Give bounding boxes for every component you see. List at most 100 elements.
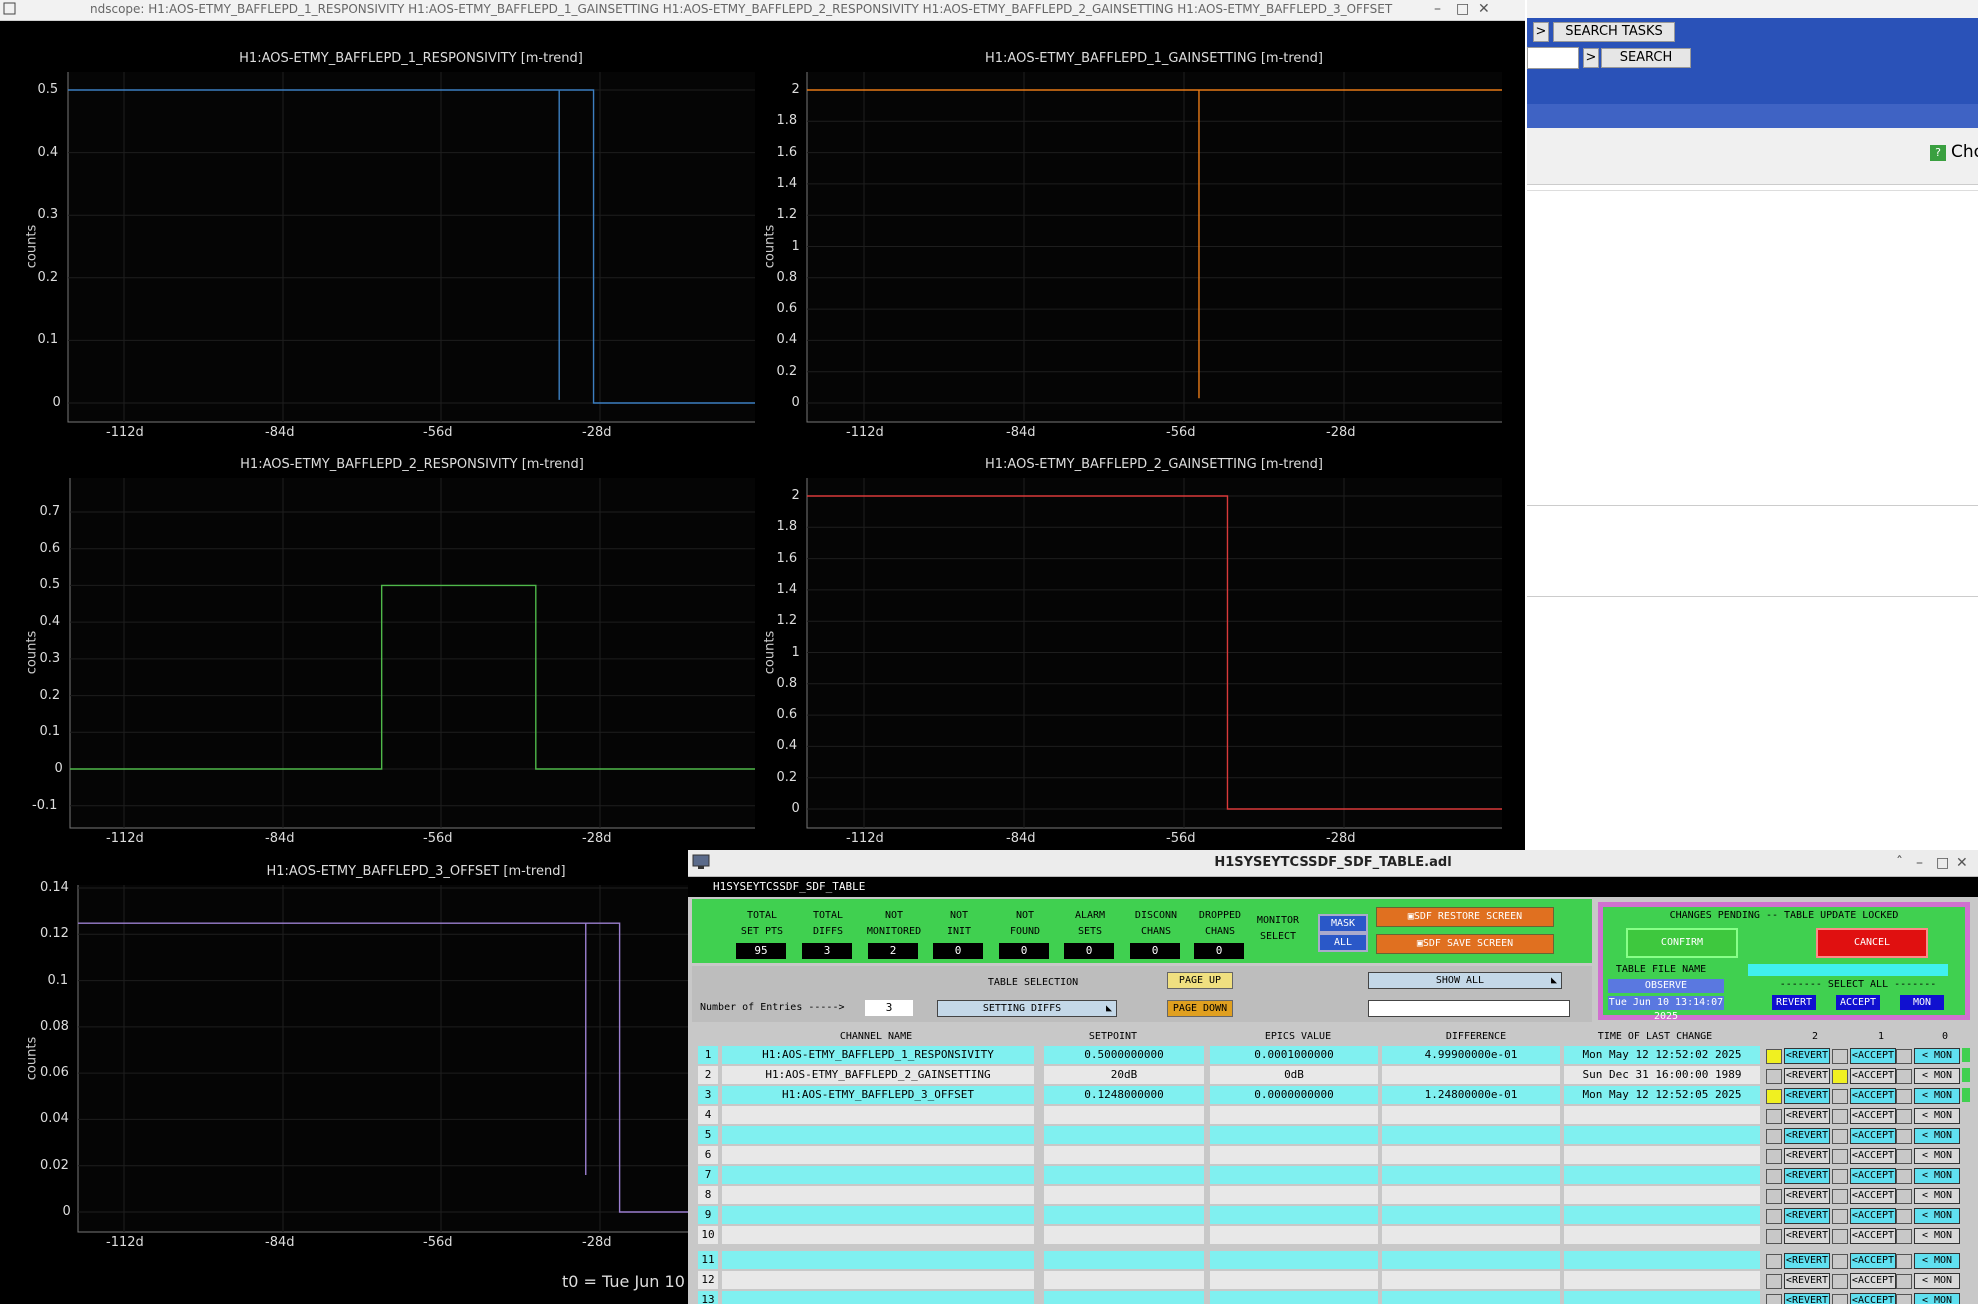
revert-button[interactable]: <REVERT — [1784, 1128, 1830, 1144]
accept-button[interactable]: <ACCEPT — [1850, 1068, 1896, 1084]
revert-button[interactable]: <REVERT — [1784, 1048, 1830, 1064]
select-checkbox[interactable] — [1832, 1254, 1848, 1269]
num-entries-field[interactable]: 3 — [865, 1000, 913, 1016]
select-checkbox[interactable] — [1896, 1129, 1912, 1144]
cancel-button[interactable]: CANCEL — [1816, 928, 1928, 958]
show-all-dropdown[interactable]: SHOW ALL ◣ — [1368, 972, 1562, 989]
table-row[interactable]: 4 <REVERT <ACCEPT < MON — [698, 1106, 1978, 1124]
accept-button[interactable]: <ACCEPT — [1850, 1188, 1896, 1204]
revert-button[interactable]: <REVERT — [1784, 1108, 1830, 1124]
select-checkbox[interactable] — [1896, 1109, 1912, 1124]
filter-input[interactable] — [1368, 1000, 1570, 1017]
select-all-accept-button[interactable]: ACCEPT — [1836, 995, 1880, 1010]
select-checkbox[interactable] — [1896, 1049, 1912, 1064]
select-checkbox[interactable] — [1766, 1109, 1782, 1124]
table-row[interactable]: 9 <REVERT <ACCEPT < MON — [698, 1206, 1978, 1224]
table-row[interactable]: 11 <REVERT <ACCEPT < MON — [698, 1251, 1978, 1269]
revert-button[interactable]: <REVERT — [1784, 1068, 1830, 1084]
select-checkbox[interactable] — [1832, 1109, 1848, 1124]
table-row[interactable]: 6 <REVERT <ACCEPT < MON — [698, 1146, 1978, 1164]
table-row[interactable]: 12 <REVERT <ACCEPT < MON — [698, 1271, 1978, 1289]
mon-button[interactable]: < MON — [1914, 1188, 1960, 1204]
select-checkbox[interactable] — [1766, 1069, 1782, 1084]
select-checkbox[interactable] — [1766, 1149, 1782, 1164]
revert-button[interactable]: <REVERT — [1784, 1208, 1830, 1224]
mon-button[interactable]: < MON — [1914, 1208, 1960, 1224]
plot-area[interactable] — [68, 72, 755, 422]
select-checkbox[interactable] — [1766, 1274, 1782, 1289]
select-checkbox[interactable] — [1766, 1129, 1782, 1144]
accept-button[interactable]: <ACCEPT — [1850, 1088, 1896, 1104]
page-up-button[interactable]: PAGE UP — [1167, 972, 1233, 989]
accept-button[interactable]: <ACCEPT — [1850, 1128, 1896, 1144]
select-checkbox[interactable] — [1766, 1089, 1782, 1104]
table-file-name-field[interactable] — [1748, 964, 1948, 976]
search-input[interactable] — [1527, 47, 1579, 69]
plot-area[interactable] — [70, 478, 755, 828]
table-row[interactable]: 7 <REVERT <ACCEPT < MON — [698, 1166, 1978, 1184]
mon-button[interactable]: < MON — [1914, 1048, 1960, 1064]
select-checkbox[interactable] — [1896, 1069, 1912, 1084]
select-checkbox[interactable] — [1832, 1229, 1848, 1244]
confirm-button[interactable]: CONFIRM — [1626, 928, 1738, 958]
select-checkbox[interactable] — [1766, 1254, 1782, 1269]
search-tasks-chevron[interactable]: > — [1533, 22, 1549, 42]
select-all-revert-button[interactable]: REVERT — [1772, 995, 1816, 1010]
all-button[interactable]: ALL — [1318, 933, 1368, 952]
table-row[interactable]: 1 H1:AOS-ETMY_BAFFLEPD_1_RESPONSIVITY 0.50… — [698, 1046, 1978, 1064]
table-row[interactable]: 10 <REVERT <ACCEPT < MON — [698, 1226, 1978, 1244]
table-row[interactable]: 8 <REVERT <ACCEPT < MON — [698, 1186, 1978, 1204]
select-checkbox[interactable] — [1832, 1294, 1848, 1304]
select-checkbox[interactable] — [1766, 1049, 1782, 1064]
select-checkbox[interactable] — [1832, 1149, 1848, 1164]
search-tasks-button[interactable]: SEARCH TASKS — [1553, 22, 1675, 42]
accept-button[interactable]: <ACCEPT — [1850, 1273, 1896, 1289]
mon-button[interactable]: < MON — [1914, 1108, 1960, 1124]
select-checkbox[interactable] — [1896, 1229, 1912, 1244]
select-checkbox[interactable] — [1766, 1294, 1782, 1304]
search-chevron[interactable]: > — [1583, 48, 1599, 68]
select-checkbox[interactable] — [1832, 1089, 1848, 1104]
accept-button[interactable]: <ACCEPT — [1850, 1148, 1896, 1164]
select-checkbox[interactable] — [1896, 1294, 1912, 1304]
mon-button[interactable]: < MON — [1914, 1148, 1960, 1164]
sdf-titlebar[interactable]: H1SYSEYTCSSDF_SDF_TABLE.adl ˆ – □ ✕ — [688, 850, 1978, 877]
revert-button[interactable]: <REVERT — [1784, 1088, 1830, 1104]
select-checkbox[interactable] — [1832, 1209, 1848, 1224]
maximize-icon[interactable]: □ — [1936, 854, 1949, 872]
select-checkbox[interactable] — [1832, 1049, 1848, 1064]
page-down-button[interactable]: PAGE DOWN — [1167, 1000, 1233, 1017]
select-checkbox[interactable] — [1766, 1189, 1782, 1204]
mon-button[interactable]: < MON — [1914, 1068, 1960, 1084]
select-checkbox[interactable] — [1832, 1169, 1848, 1184]
select-checkbox[interactable] — [1766, 1209, 1782, 1224]
revert-button[interactable]: <REVERT — [1784, 1273, 1830, 1289]
select-checkbox[interactable] — [1896, 1089, 1912, 1104]
save-screen-button[interactable]: ▣SDF SAVE SCREEN — [1376, 934, 1554, 954]
plot-area[interactable] — [78, 885, 755, 1232]
close-icon[interactable]: ✕ — [1956, 854, 1968, 872]
accept-button[interactable]: <ACCEPT — [1850, 1253, 1896, 1269]
select-all-mon-button[interactable]: MON — [1900, 995, 1944, 1010]
table-row[interactable]: 5 <REVERT <ACCEPT < MON — [698, 1126, 1978, 1144]
mon-button[interactable]: < MON — [1914, 1228, 1960, 1244]
mon-button[interactable]: < MON — [1914, 1088, 1960, 1104]
help-icon[interactable]: ? — [1930, 145, 1946, 161]
revert-button[interactable]: <REVERT — [1784, 1148, 1830, 1164]
collapse-icon[interactable]: ˆ — [1896, 854, 1903, 872]
select-checkbox[interactable] — [1832, 1069, 1848, 1084]
search-button[interactable]: SEARCH — [1601, 48, 1691, 68]
mon-button[interactable]: < MON — [1914, 1168, 1960, 1184]
mon-button[interactable]: < MON — [1914, 1253, 1960, 1269]
table-row[interactable]: 13 <REVERT <ACCEPT < MON — [698, 1291, 1978, 1304]
accept-button[interactable]: <ACCEPT — [1850, 1293, 1896, 1304]
select-checkbox[interactable] — [1832, 1189, 1848, 1204]
accept-button[interactable]: <ACCEPT — [1850, 1228, 1896, 1244]
accept-button[interactable]: <ACCEPT — [1850, 1208, 1896, 1224]
mon-button[interactable]: < MON — [1914, 1273, 1960, 1289]
select-checkbox[interactable] — [1896, 1274, 1912, 1289]
accept-button[interactable]: <ACCEPT — [1850, 1108, 1896, 1124]
table-row[interactable]: 2 H1:AOS-ETMY_BAFFLEPD_2_GAINSETTING 20dB 0… — [698, 1066, 1978, 1084]
revert-button[interactable]: <REVERT — [1784, 1293, 1830, 1304]
minimize-icon[interactable]: – — [1916, 854, 1923, 872]
